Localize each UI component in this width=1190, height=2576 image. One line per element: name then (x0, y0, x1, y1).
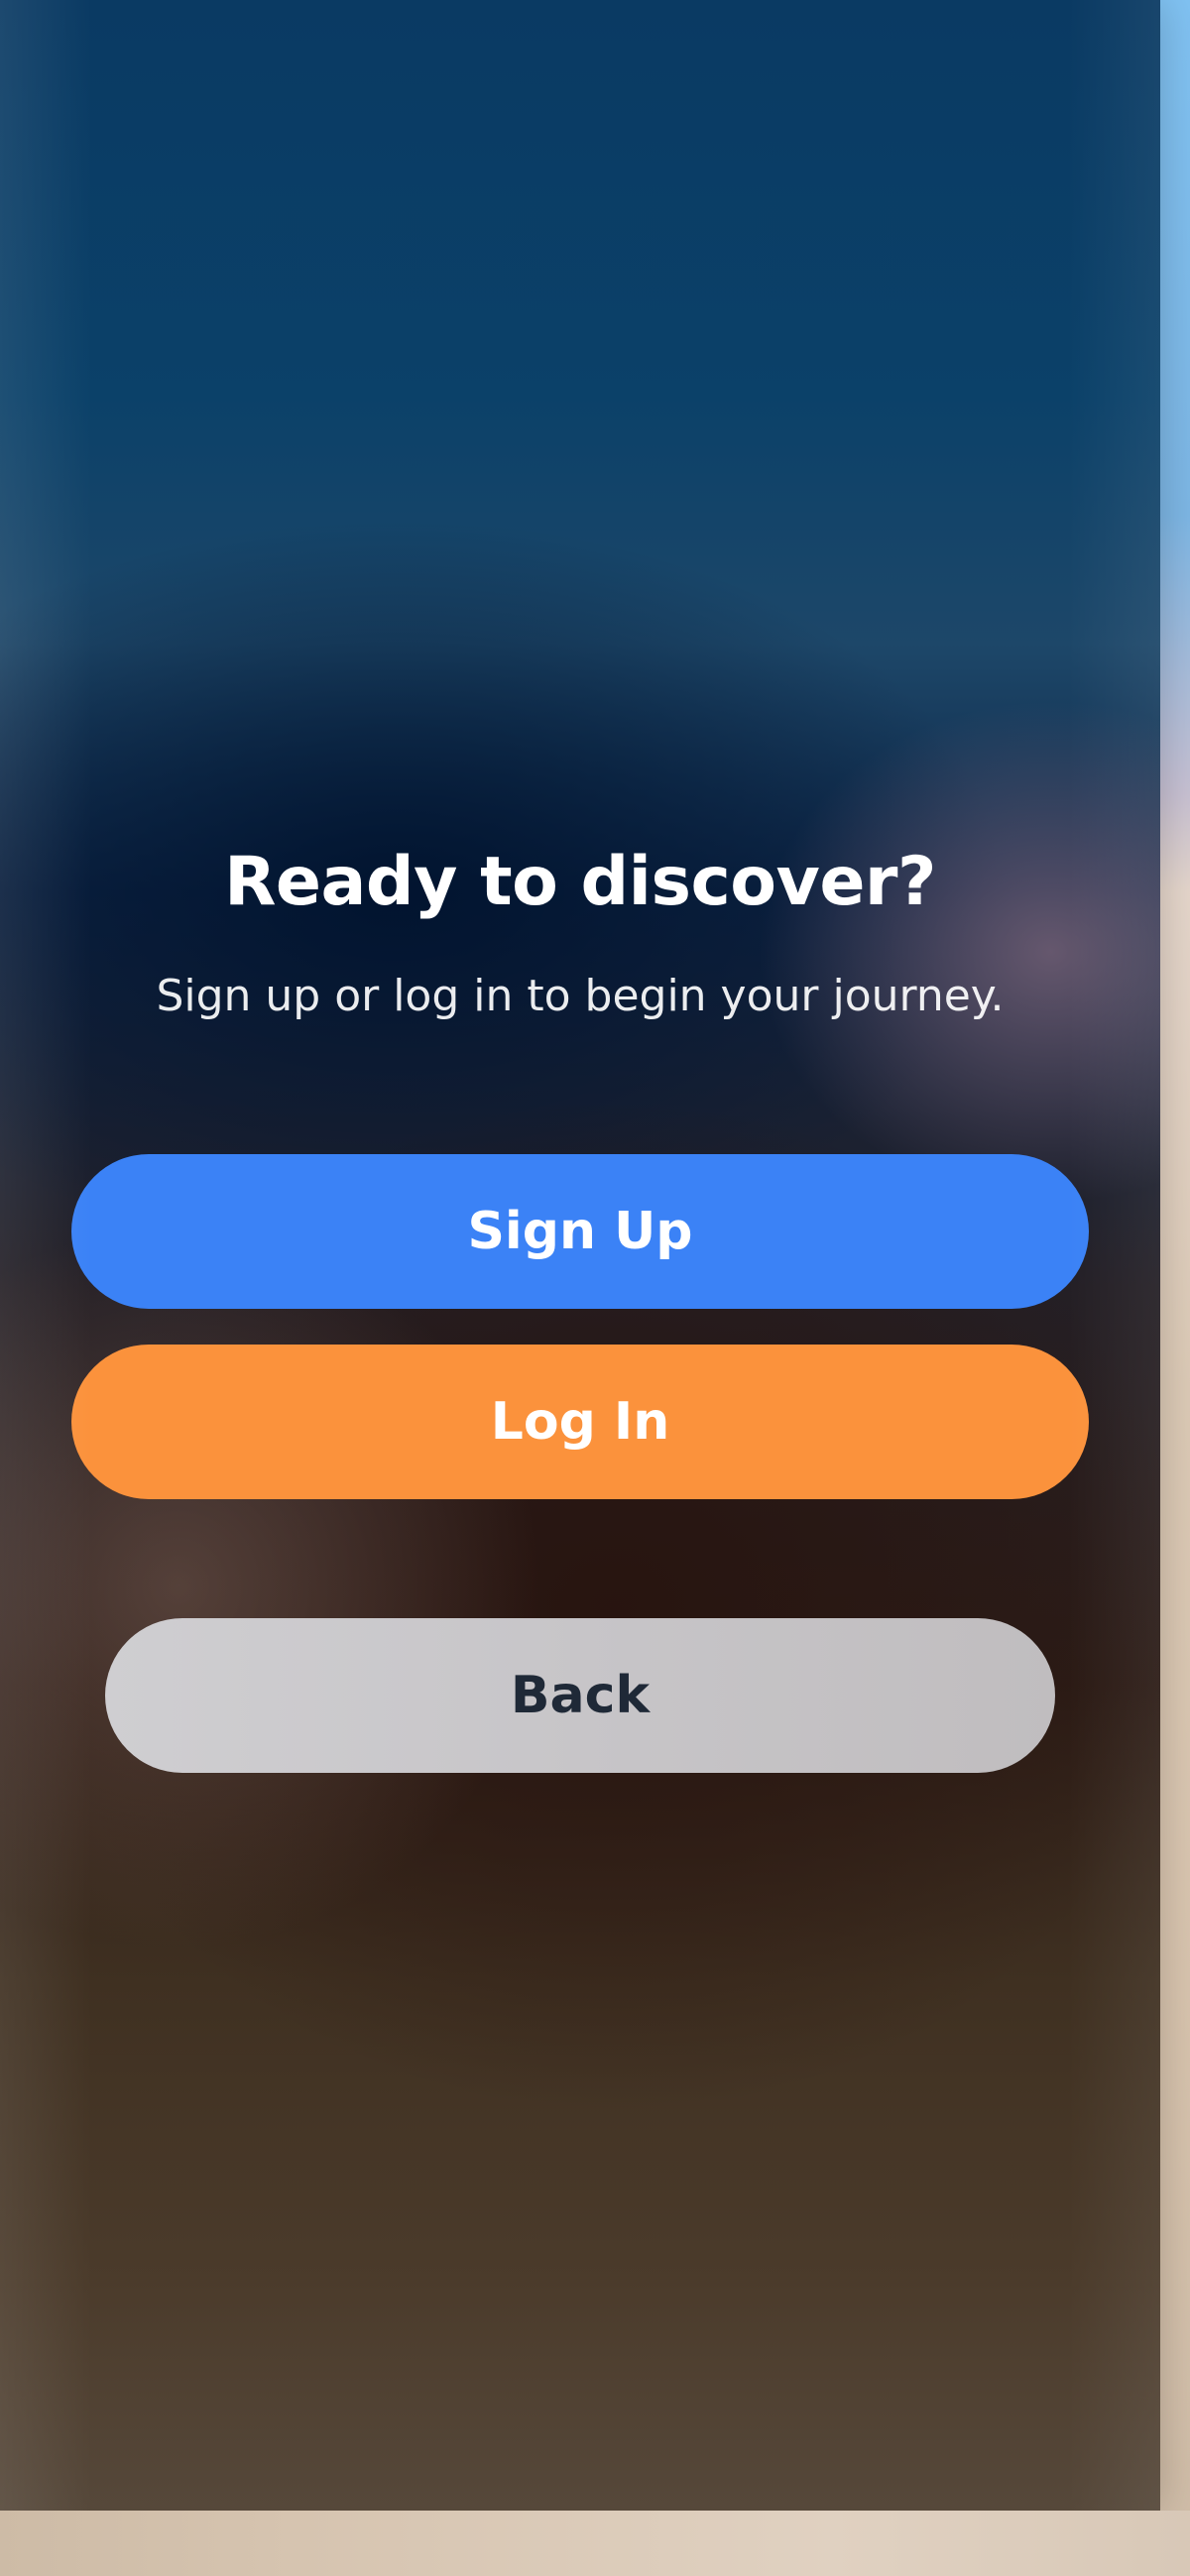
log-in-button[interactable]: Log In (71, 1345, 1089, 1499)
page-title: Ready to discover? (224, 843, 936, 921)
background-strip (0, 2511, 1190, 2576)
sign-up-button[interactable]: Sign Up (71, 1154, 1089, 1309)
screen: Ready to discover? Sign up or log in to … (0, 0, 1190, 2576)
page-subtitle: Sign up or log in to begin your journey. (156, 971, 1005, 1021)
auth-panel: Ready to discover? Sign up or log in to … (0, 0, 1160, 2511)
back-button[interactable]: Back (105, 1618, 1055, 1773)
